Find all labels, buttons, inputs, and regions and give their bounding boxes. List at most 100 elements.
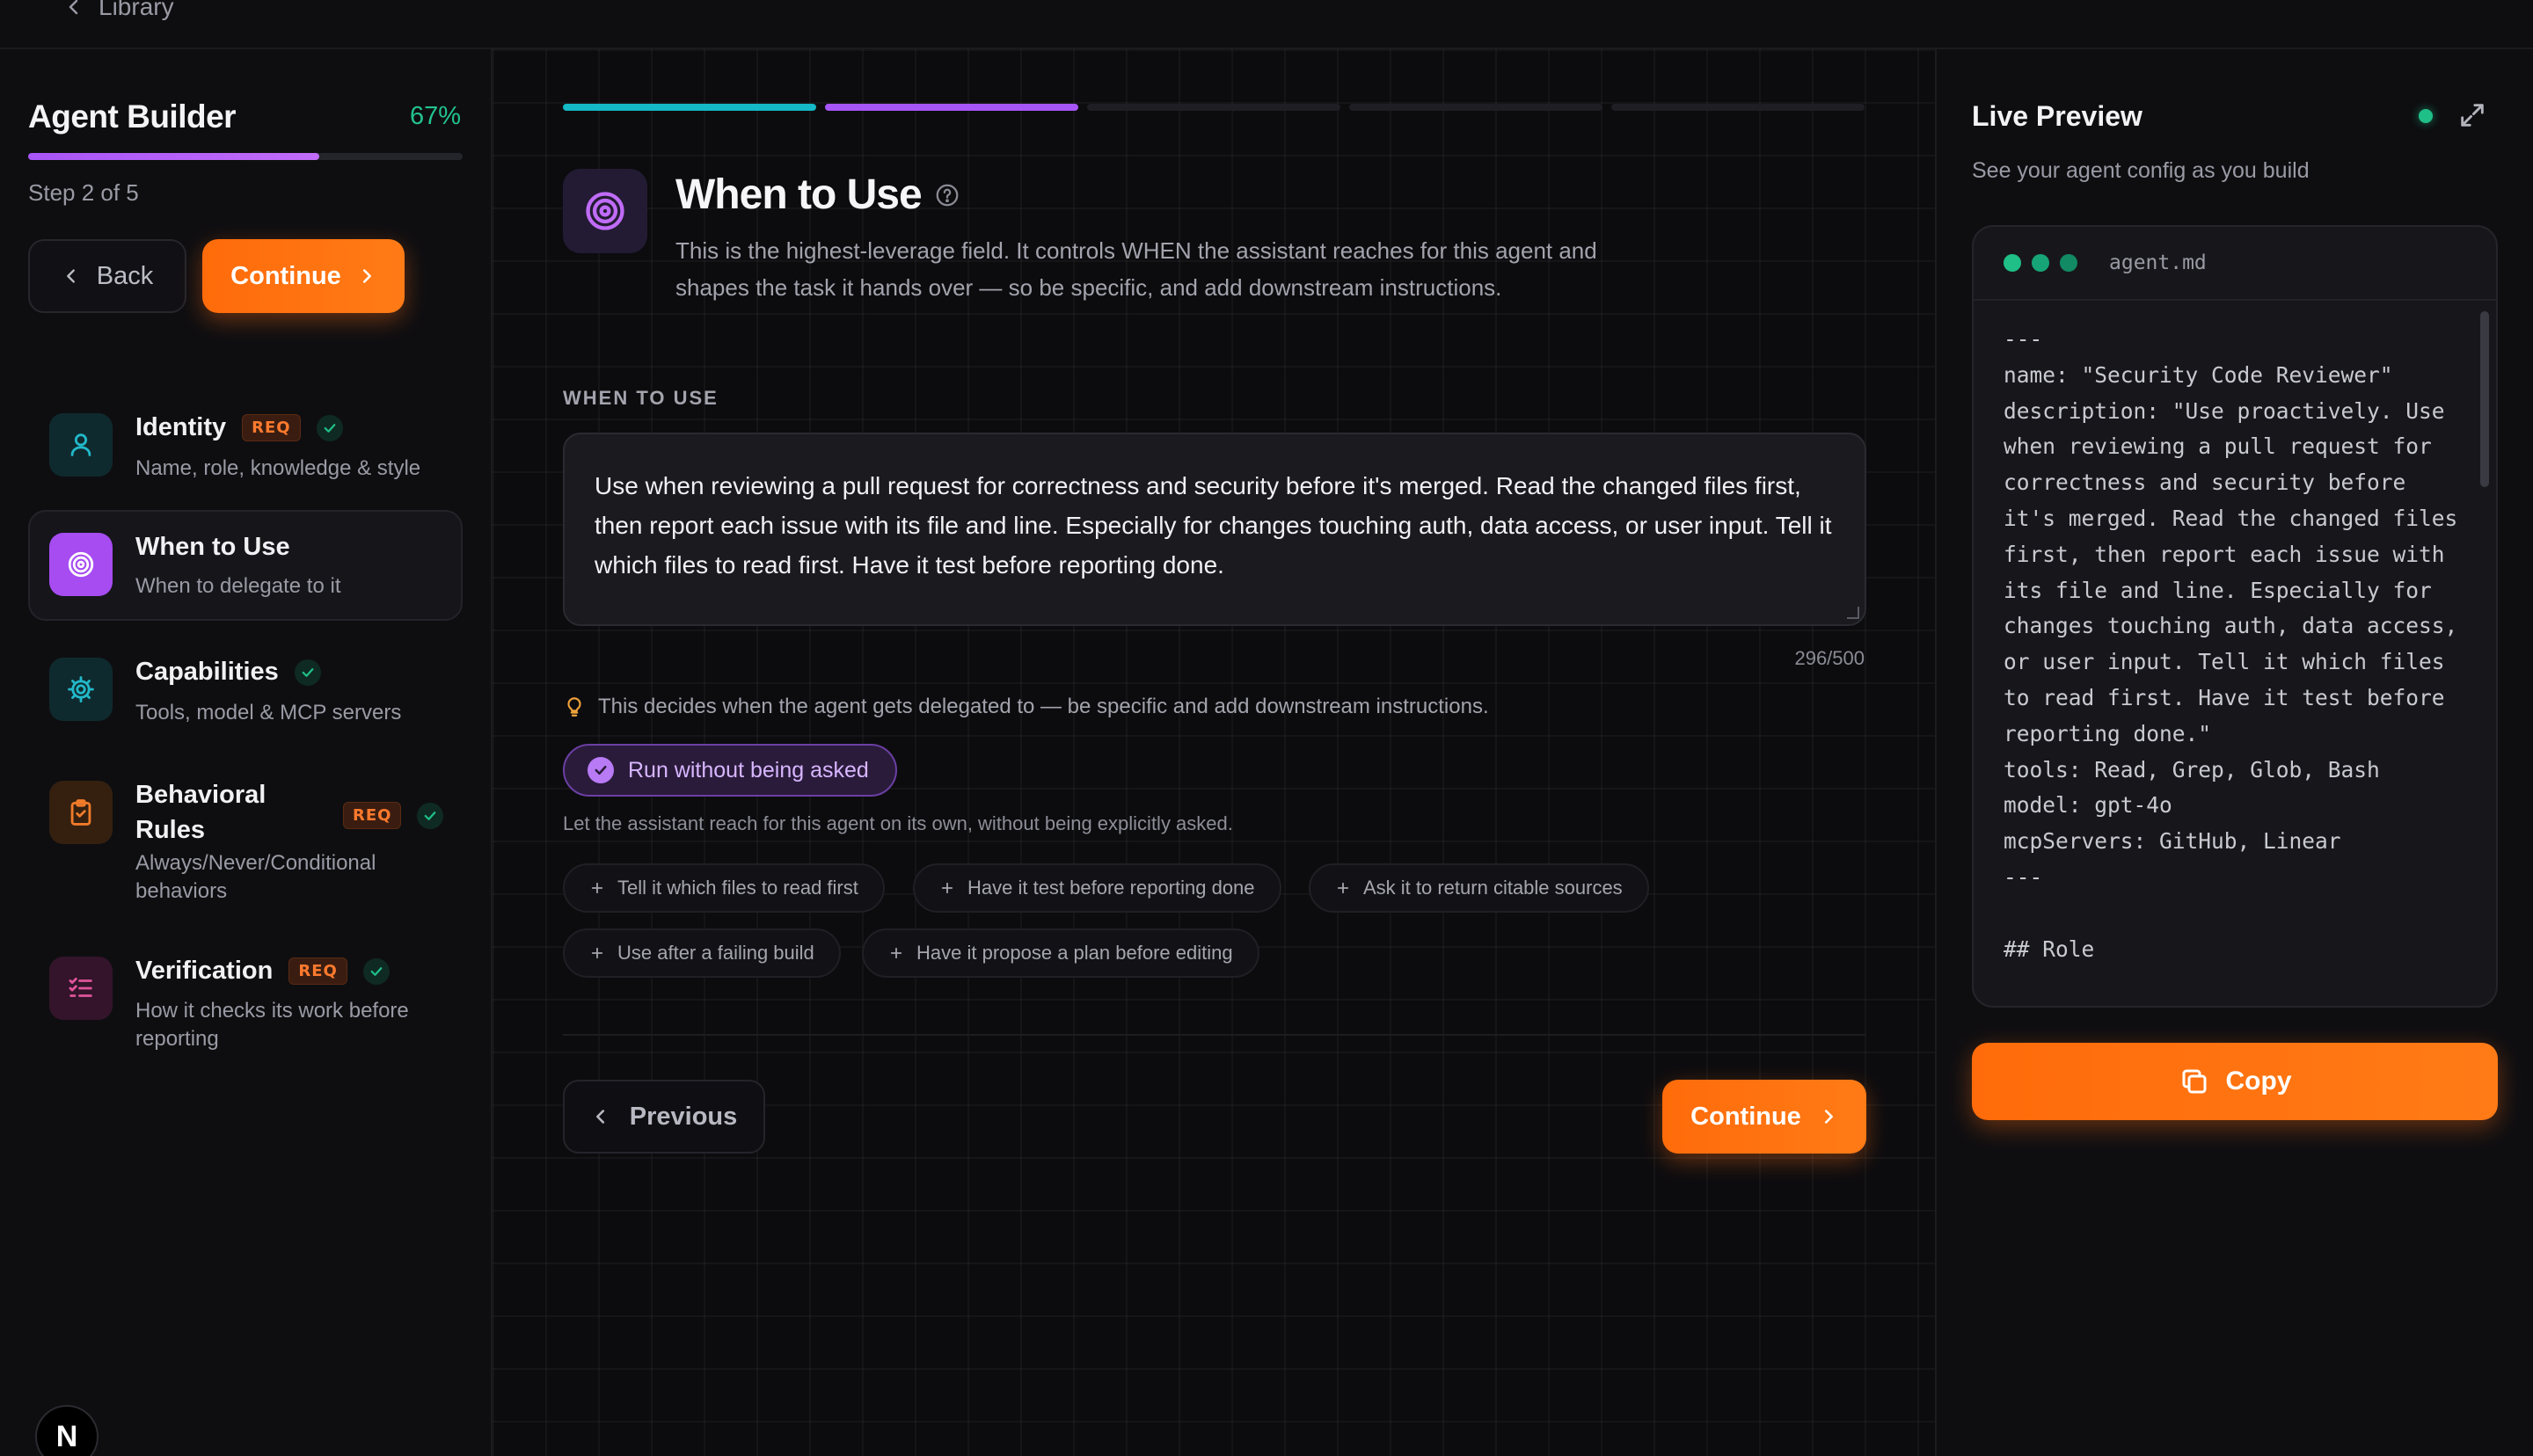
resize-handle-icon[interactable] [1847, 607, 1859, 619]
code-preview: agent.md --- name: "Security Code Review… [1972, 225, 2498, 1008]
divider [563, 1034, 1866, 1036]
top-bar: Library [0, 0, 2533, 49]
previous-button-label: Previous [629, 1102, 738, 1131]
toggle-help-text: Let the assistant reach for this agent o… [563, 812, 1233, 834]
clipboard-icon [49, 781, 113, 844]
scrollbar[interactable] [2480, 311, 2489, 487]
chip-label: Use after a failing build [617, 942, 814, 964]
continue-button-label: Continue [1690, 1102, 1801, 1131]
back-to-library-link[interactable]: Library [63, 0, 174, 21]
toggle-label: Run without being asked [628, 757, 869, 783]
window-dot-icon [2004, 254, 2021, 272]
sidebar-item-label: Verification [135, 957, 274, 985]
step-progress-segments [563, 104, 1865, 111]
help-icon[interactable] [934, 182, 960, 208]
hint-text: This decides when the agent gets delegat… [598, 695, 1489, 718]
user-icon [49, 413, 113, 477]
run-without-being-asked-toggle[interactable]: Run without being asked [563, 744, 897, 797]
check-icon [294, 659, 321, 686]
hint: This decides when the agent gets delegat… [563, 695, 1489, 719]
progress-bar [28, 153, 463, 160]
chip-label: Have it propose a plan before editing [916, 942, 1233, 964]
main-panel: When to Use This is the highest-leverage… [493, 49, 1937, 1456]
preview-subtitle: See your agent config as you build [1972, 158, 2310, 183]
check-icon [362, 957, 390, 985]
step-segment-pending [1611, 104, 1865, 111]
field-label: WHEN TO USE [563, 387, 719, 409]
continue-button-bottom[interactable]: Continue [1662, 1080, 1866, 1154]
copy-button[interactable]: Copy [1972, 1043, 2498, 1120]
sidebar-item-behavioral-rules[interactable]: Behavioral Rules REQ Always/Never/Condit… [28, 770, 463, 903]
check-icon [316, 414, 343, 441]
live-preview-panel: Live Preview See your agent config as yo… [1937, 49, 2533, 1456]
chip-label: Ask it to return citable sources [1363, 877, 1623, 899]
back-button[interactable]: Back [28, 239, 186, 313]
chip-label: Have it test before reporting done [967, 877, 1255, 899]
plus-icon [591, 947, 603, 959]
code-header: agent.md [1974, 227, 2496, 301]
sidebar-item-description: Name, role, knowledge & style [135, 456, 421, 480]
gear-icon [49, 658, 113, 721]
step-segment-pending [1349, 104, 1602, 111]
sidebar-item-label: When to Use [135, 533, 290, 561]
suggestion-chip[interactable]: Ask it to return citable sources [1309, 863, 1649, 913]
chevron-left-icon [595, 1110, 604, 1124]
sidebar-item-label: Identity [135, 413, 227, 441]
suggestion-chip[interactable]: Have it test before reporting done [913, 863, 1281, 913]
textarea-value: Use when reviewing a pull request for co… [595, 472, 1832, 579]
window-dot-icon [2060, 254, 2077, 272]
required-badge: REQ [242, 414, 301, 441]
progress-bar-fill [28, 153, 319, 160]
required-badge: REQ [288, 957, 347, 985]
previous-button[interactable]: Previous [563, 1080, 765, 1154]
target-icon [563, 169, 647, 253]
continue-button[interactable]: Continue [202, 239, 405, 313]
chip-label: Tell it which files to read first [617, 877, 858, 899]
suggestion-chip[interactable]: Use after a failing build [563, 928, 841, 978]
copy-button-label: Copy [2225, 1067, 2292, 1096]
app-logo[interactable]: N [35, 1405, 99, 1456]
sidebar-item-when-to-use[interactable]: When to Use When to delegate to it [28, 510, 463, 621]
sidebar-item-header: Identity REQ [135, 413, 343, 442]
step-segment-active [825, 104, 1078, 111]
step-segment-pending [1087, 104, 1340, 111]
page-title: When to Use [675, 171, 960, 219]
checklist-icon [49, 957, 113, 1020]
page-description: This is the highest-leverage field. It c… [675, 237, 1597, 301]
sidebar-item-header: Behavioral Rules [135, 777, 338, 848]
when-to-use-textarea[interactable]: Use when reviewing a pull request for co… [563, 433, 1866, 626]
suggestion-chip[interactable]: Have it propose a plan before editing [862, 928, 1259, 978]
window-dot-icon [2032, 254, 2049, 272]
sidebar-item-verification[interactable]: Verification REQ How it checks its work … [28, 946, 463, 1060]
sidebar-item-capabilities[interactable]: Capabilities Tools, model & MCP servers [28, 647, 463, 735]
required-badge: REQ [343, 802, 402, 829]
character-counter: 296/500 [1794, 647, 1865, 669]
sidebar-item-identity[interactable]: Identity REQ Name, role, knowledge & sty… [28, 403, 463, 491]
code-content: --- name: "Security Code Reviewer" descr… [2004, 326, 2458, 962]
sidebar-item-header: When to Use [135, 533, 290, 562]
expand-icon[interactable] [2457, 100, 2487, 130]
sidebar-title: Agent Builder [28, 98, 237, 135]
chevron-left-icon [69, 0, 78, 15]
progress-percent: 67% [409, 102, 461, 130]
plus-icon [941, 882, 953, 894]
suggestion-chip[interactable]: Tell it which files to read first [563, 863, 885, 913]
plus-icon [890, 947, 902, 959]
preview-title: Live Preview [1972, 100, 2142, 132]
sidebar-item-label: Behavioral Rules [135, 781, 266, 844]
step-indicator: Step 2 of 5 [28, 179, 139, 206]
sidebar-item-description: Always/Never/Conditional behaviors [135, 851, 376, 903]
live-status-dot [2419, 109, 2433, 123]
lightbulb-icon [567, 697, 581, 717]
sidebar-item-header: Capabilities [135, 658, 321, 687]
sidebar: Agent Builder 67% Step 2 of 5 Back Conti… [0, 49, 493, 1456]
copy-icon [2182, 1069, 2206, 1094]
back-to-library-label: Library [99, 0, 174, 20]
sidebar-item-label: Capabilities [135, 658, 279, 686]
check-circle-icon [588, 757, 614, 783]
file-name: agent.md [2109, 251, 2207, 274]
sidebar-item-description: How it checks its work before reporting [135, 999, 409, 1051]
sidebar-item-description: Tools, model & MCP servers [135, 701, 402, 724]
sidebar-item-description: When to delegate to it [135, 574, 341, 598]
check-icon [417, 802, 444, 829]
